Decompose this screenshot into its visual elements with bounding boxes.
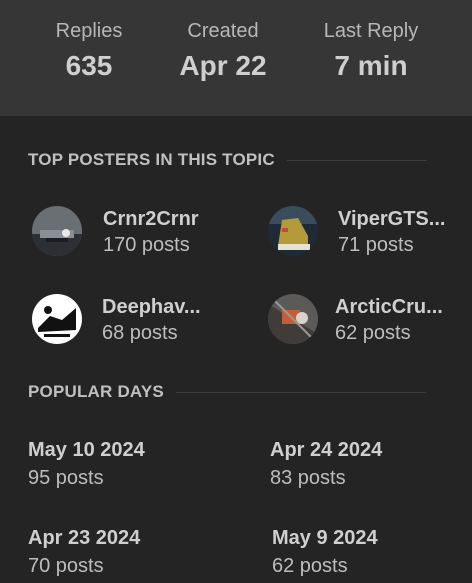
popular-day-item[interactable]: May 10 2024 95 posts [28,438,228,490]
day-post-count: 62 posts [272,555,348,577]
poster-name[interactable]: Crnr2Crnr [103,208,199,231]
poster-name[interactable]: ViperGTS... [338,208,445,231]
poster-name[interactable]: ArcticCru... [335,296,443,319]
stat-last-reply: Last Reply 7 min [296,18,446,84]
top-poster-item[interactable]: ViperGTS... 71 posts [268,206,468,262]
section-title: POPULAR DAYS [28,382,164,401]
poster-post-count: 71 posts [338,234,414,256]
poster-post-count: 62 posts [335,322,411,344]
stat-label: Last Reply [323,20,419,42]
popular-day-item[interactable]: Apr 23 2024 70 posts [28,526,228,578]
section-divider [175,391,426,393]
top-posters-header: TOP POSTERS IN THIS TOPIC [28,148,427,172]
top-poster-item[interactable]: Deephav... 68 posts [32,294,232,350]
avatar[interactable] [32,294,82,344]
day-post-count: 95 posts [28,467,104,489]
top-poster-item[interactable]: Crnr2Crnr 170 posts [32,206,232,262]
poster-name[interactable]: Deephav... [102,296,201,319]
day-date[interactable]: Apr 23 2024 [28,526,228,550]
top-poster-item[interactable]: ArcticCru... 62 posts [268,294,468,350]
stat-created: Created Apr 22 [148,18,298,84]
popular-day-item[interactable]: May 9 2024 62 posts [272,526,472,578]
topic-stats-bar: Replies 635 Created Apr 22 Last Reply 7 … [0,0,472,116]
avatar[interactable] [32,206,82,256]
stat-value: Apr 22 [179,50,267,81]
day-post-count: 70 posts [28,555,104,577]
stat-replies: Replies 635 [14,18,164,84]
poster-post-count: 170 posts [103,234,190,256]
section-divider [286,159,427,161]
day-date[interactable]: May 10 2024 [28,438,228,462]
day-date[interactable]: Apr 24 2024 [270,438,470,462]
avatar[interactable] [268,294,318,344]
day-post-count: 83 posts [270,467,346,489]
day-date[interactable]: May 9 2024 [272,526,472,550]
stat-value: 635 [65,50,113,81]
popular-days-header: POPULAR DAYS [28,380,426,404]
poster-post-count: 68 posts [102,322,178,344]
stat-value: 7 min [334,50,408,81]
section-title: TOP POSTERS IN THIS TOPIC [28,150,275,169]
avatar[interactable] [268,206,318,256]
stat-label: Replies [55,20,123,42]
popular-day-item[interactable]: Apr 24 2024 83 posts [270,438,470,490]
stat-label: Created [187,20,259,42]
